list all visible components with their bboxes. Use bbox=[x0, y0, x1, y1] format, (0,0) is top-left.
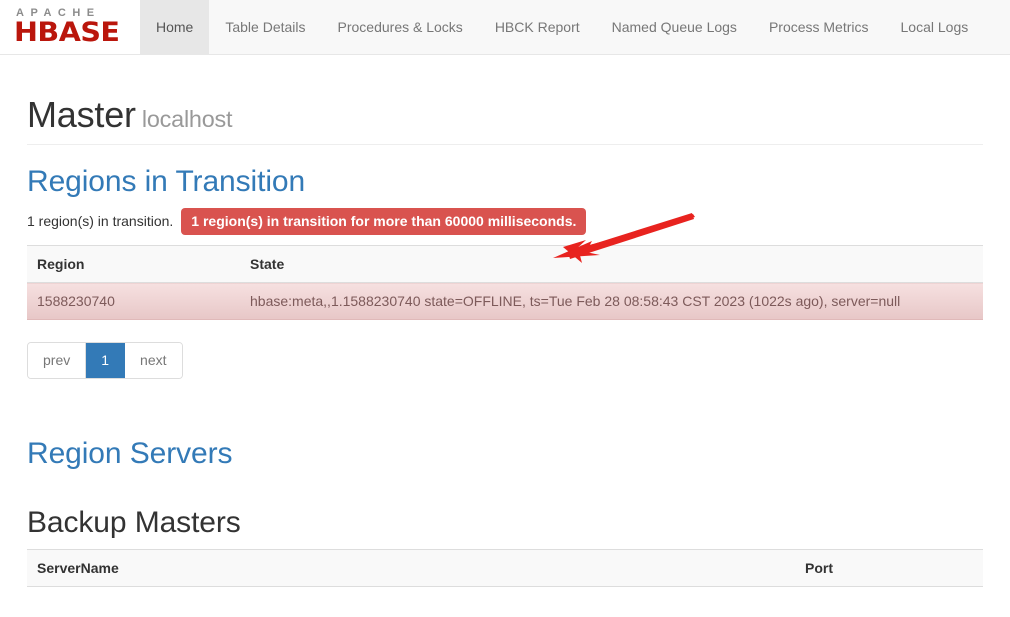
brand-hbase-text: HBASE bbox=[14, 17, 120, 49]
table-row: 1588230740 hbase:meta,,1.1588230740 stat… bbox=[27, 282, 983, 321]
regions-in-transition-summary: 1 region(s) in transition. 1 region(s) i… bbox=[27, 207, 983, 236]
rit-warning-badge: 1 region(s) in transition for more than … bbox=[181, 207, 587, 236]
nav-item-home-label: Home bbox=[156, 19, 194, 35]
backup-masters-col-servername: ServerName bbox=[27, 548, 795, 587]
regions-in-transition-table: Region State 1588230740 hbase:meta,,1.15… bbox=[27, 245, 983, 321]
section-spacer-2 bbox=[27, 480, 983, 506]
backup-masters-table-head: ServerName Port bbox=[27, 548, 983, 587]
page-title-text: Master bbox=[27, 94, 136, 135]
nav-item-local-logs-label: Local Logs bbox=[900, 19, 969, 35]
nav-item-table-details-label: Table Details bbox=[225, 19, 306, 35]
rit-col-region: Region bbox=[27, 245, 240, 284]
nav-item-process-metrics-label: Process Metrics bbox=[768, 19, 869, 35]
rit-table-body: 1588230740 hbase:meta,,1.1588230740 stat… bbox=[27, 282, 983, 321]
nav-item-hbck-report-label: HBCK Report bbox=[494, 19, 580, 35]
rit-cell-region: 1588230740 bbox=[27, 282, 240, 321]
nav-item-procedures-locks-label: Procedures & Locks bbox=[337, 19, 463, 35]
backup-masters-col-port: Port bbox=[795, 548, 983, 587]
page-header: Master localhost bbox=[27, 95, 983, 145]
rit-table-header-row: Region State bbox=[27, 245, 983, 284]
rit-pagination: prev 1 next bbox=[27, 342, 183, 379]
region-servers-heading[interactable]: Region Servers bbox=[27, 437, 983, 470]
nav-item-named-queue-logs[interactable]: Named Queue Logs bbox=[596, 0, 753, 54]
regions-in-transition-heading[interactable]: Regions in Transition bbox=[27, 165, 983, 198]
rit-col-state: State bbox=[240, 245, 983, 284]
backup-masters-table: ServerName Port bbox=[27, 548, 983, 587]
pagination-page-1-button[interactable]: 1 bbox=[86, 343, 126, 378]
page-title: Master localhost bbox=[27, 95, 983, 135]
backup-masters-heading: Backup Masters bbox=[27, 505, 241, 539]
rit-table-head: Region State bbox=[27, 245, 983, 284]
main-container: Master localhost Regions in Transition 1 … bbox=[0, 95, 1010, 587]
backup-masters-header-row: ServerName Port bbox=[27, 548, 983, 587]
nav-item-local-logs[interactable]: Local Logs bbox=[885, 0, 985, 54]
rit-cell-state: hbase:meta,,1.1588230740 state=OFFLINE, … bbox=[240, 282, 983, 321]
nav-item-named-queue-logs-label: Named Queue Logs bbox=[611, 19, 737, 35]
nav-item-procedures-locks[interactable]: Procedures & Locks bbox=[322, 0, 479, 54]
nav-item-hbck-report[interactable]: HBCK Report bbox=[479, 0, 596, 54]
page-title-subtitle: localhost bbox=[141, 106, 233, 132]
pagination-next-button[interactable]: next bbox=[125, 343, 182, 378]
pagination-prev-button[interactable]: prev bbox=[28, 343, 87, 378]
top-navbar: APACHE HBASE Home Table Details Procedur… bbox=[0, 0, 1010, 55]
nav-menu: Home Table Details Procedures & Locks HB… bbox=[140, 0, 984, 54]
section-spacer-1 bbox=[27, 379, 983, 437]
nav-item-home[interactable]: Home bbox=[140, 0, 210, 54]
rit-summary-text: 1 region(s) in transition. bbox=[27, 213, 174, 230]
nav-item-process-metrics[interactable]: Process Metrics bbox=[753, 0, 885, 54]
nav-item-table-details[interactable]: Table Details bbox=[209, 0, 321, 54]
brand-logo[interactable]: APACHE HBASE bbox=[0, 0, 140, 54]
